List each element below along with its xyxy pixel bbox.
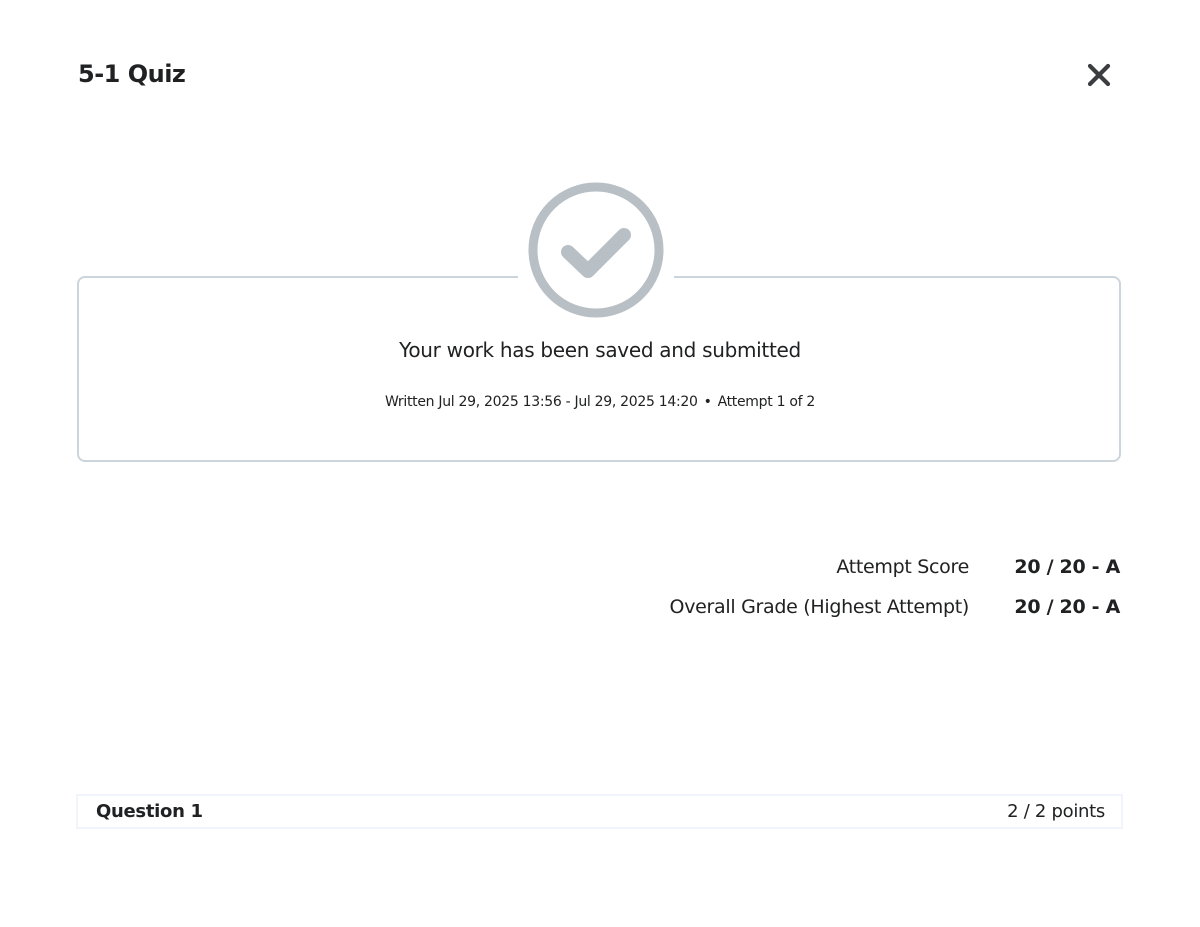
submission-status [518, 172, 674, 328]
close-button[interactable] [1080, 56, 1118, 94]
written-timestamp: Written Jul 29, 2025 13:56 - Jul 29, 202… [385, 394, 698, 410]
attempt-score-value: 20 / 20 - A [1014, 556, 1120, 578]
attempt-score-row: Attempt Score 20 / 20 - A [836, 554, 1120, 580]
dialog-title: 5-1 Quiz [78, 60, 186, 88]
question-points: 2 / 2 points [1007, 801, 1105, 822]
check-circle-icon [528, 182, 664, 318]
question-title: Question 1 [96, 801, 203, 822]
overall-grade-label: Overall Grade (Highest Attempt) [669, 596, 970, 618]
question-header: Question 1 2 / 2 points [76, 794, 1123, 829]
submitted-message: Your work has been saved and submitted [399, 338, 801, 362]
overall-grade-row: Overall Grade (Highest Attempt) 20 / 20 … [669, 594, 1121, 620]
submission-meta: Written Jul 29, 2025 13:56 - Jul 29, 202… [0, 392, 1200, 412]
attempt-count: Attempt 1 of 2 [717, 394, 816, 410]
overall-grade-value: 20 / 20 - A [1014, 596, 1120, 618]
close-icon [1087, 63, 1111, 87]
attempt-score-label: Attempt Score [836, 556, 969, 578]
quiz-submission-dialog: 5-1 Quiz Your work has been saved and su… [0, 0, 1200, 927]
separator-dot: • [703, 394, 712, 410]
